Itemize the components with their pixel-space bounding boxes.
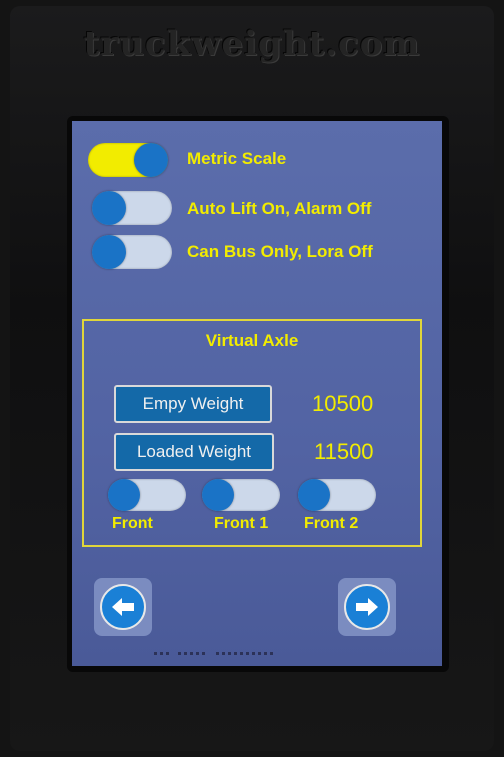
toggle-knob xyxy=(92,191,126,225)
auto-lift-label: Auto Lift On, Alarm Off xyxy=(187,199,372,218)
empty-weight-value: 10500 xyxy=(312,391,374,416)
virtual-axle-title: Virtual Axle xyxy=(205,331,299,350)
toggle-knob xyxy=(298,479,330,511)
arrow-right-icon xyxy=(356,598,378,616)
can-bus-label: Can Bus Only, Lora Off xyxy=(187,242,373,261)
toggle-knob xyxy=(202,479,234,511)
toggle-knob xyxy=(108,479,140,511)
virtual-axle-panel: Virtual Axle Empy Weight 10500 Loaded We… xyxy=(82,319,422,547)
front-1-axle-label: Front 1 xyxy=(214,515,269,532)
front-axle-label: Front xyxy=(112,515,153,532)
metric-scale-label: Metric Scale xyxy=(187,149,287,168)
front-axle-toggle[interactable] xyxy=(108,479,186,511)
can-bus-toggle[interactable] xyxy=(92,235,172,269)
auto-lift-toggle[interactable] xyxy=(92,191,172,225)
screen-footer-dots xyxy=(154,652,273,655)
toggle-knob xyxy=(92,235,126,269)
front-2-axle-label: Front 2 xyxy=(304,515,359,532)
empty-weight-button[interactable]: Empy Weight xyxy=(114,385,272,423)
loaded-weight-button[interactable]: Loaded Weight xyxy=(114,433,274,471)
loaded-weight-value: 11500 xyxy=(314,439,374,464)
arrow-left-icon xyxy=(112,598,134,616)
brand-logo: truckweight.com xyxy=(83,24,421,64)
front-2-axle-toggle[interactable] xyxy=(298,479,376,511)
back-button[interactable] xyxy=(94,578,152,636)
touch-screen: Metric Scale Auto Lift On, Alarm Off Can… xyxy=(72,121,442,666)
next-button[interactable] xyxy=(338,578,396,636)
metric-scale-toggle[interactable] xyxy=(88,143,168,177)
toggle-knob xyxy=(134,143,168,177)
front-1-axle-toggle[interactable] xyxy=(202,479,280,511)
